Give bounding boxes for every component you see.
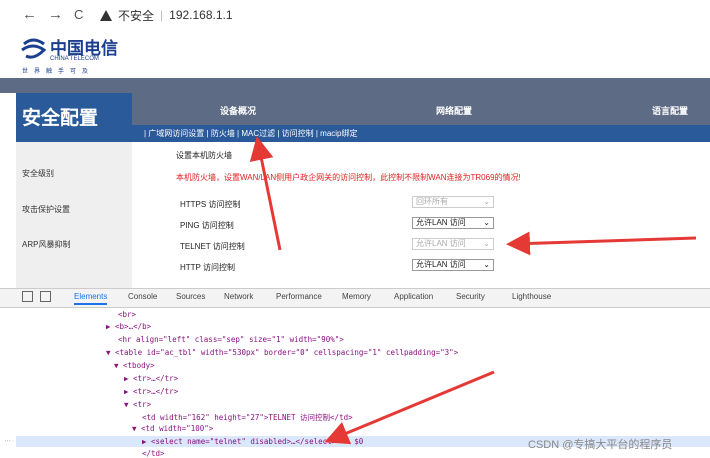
arrow-to-telnet-select bbox=[506, 231, 697, 256]
arrow-to-select-code bbox=[324, 370, 495, 445]
arrow-to-firewall-tab bbox=[249, 136, 282, 251]
annotation-arrows bbox=[249, 136, 697, 445]
